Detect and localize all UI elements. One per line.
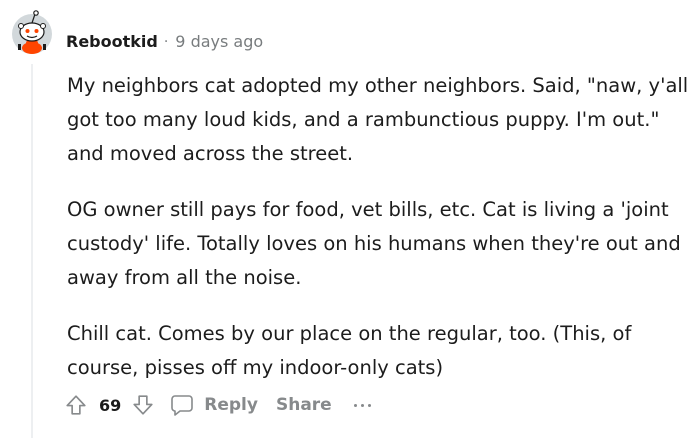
downvote-button[interactable] — [130, 391, 156, 419]
timestamp[interactable]: 9 days ago — [175, 30, 263, 54]
ellipsis-icon — [353, 403, 357, 407]
snoo-avatar-icon — [12, 10, 52, 54]
upvote-button[interactable] — [63, 391, 89, 419]
meta-separator: · — [163, 34, 169, 50]
vote-score: 69 — [99, 395, 122, 415]
reply-label: Reply — [204, 395, 258, 415]
comment-actions: 69 Reply Share — [63, 388, 371, 422]
ellipsis-icon — [367, 403, 371, 407]
thread-line[interactable] — [31, 64, 33, 438]
comment-paragraph: Chill cat. Comes by our place on the reg… — [67, 322, 632, 379]
share-button[interactable]: Share — [276, 395, 332, 415]
comment-header: Rebootkid · 9 days ago — [66, 30, 263, 54]
reply-button[interactable]: Reply — [170, 393, 258, 417]
more-options-button[interactable] — [353, 393, 371, 417]
speech-bubble-icon — [171, 395, 194, 416]
avatar[interactable] — [8, 8, 56, 56]
arrow-down-icon — [133, 395, 153, 415]
comment-paragraph: OG owner still pays for food, vet bills,… — [67, 198, 681, 289]
username-link[interactable]: Rebootkid — [66, 30, 158, 54]
comment-paragraph: My neighbors cat adopted my other neighb… — [67, 74, 689, 165]
ellipsis-icon — [360, 403, 364, 407]
arrow-up-icon — [66, 395, 86, 415]
comment-body: My neighbors cat adopted my other neighb… — [67, 69, 695, 407]
